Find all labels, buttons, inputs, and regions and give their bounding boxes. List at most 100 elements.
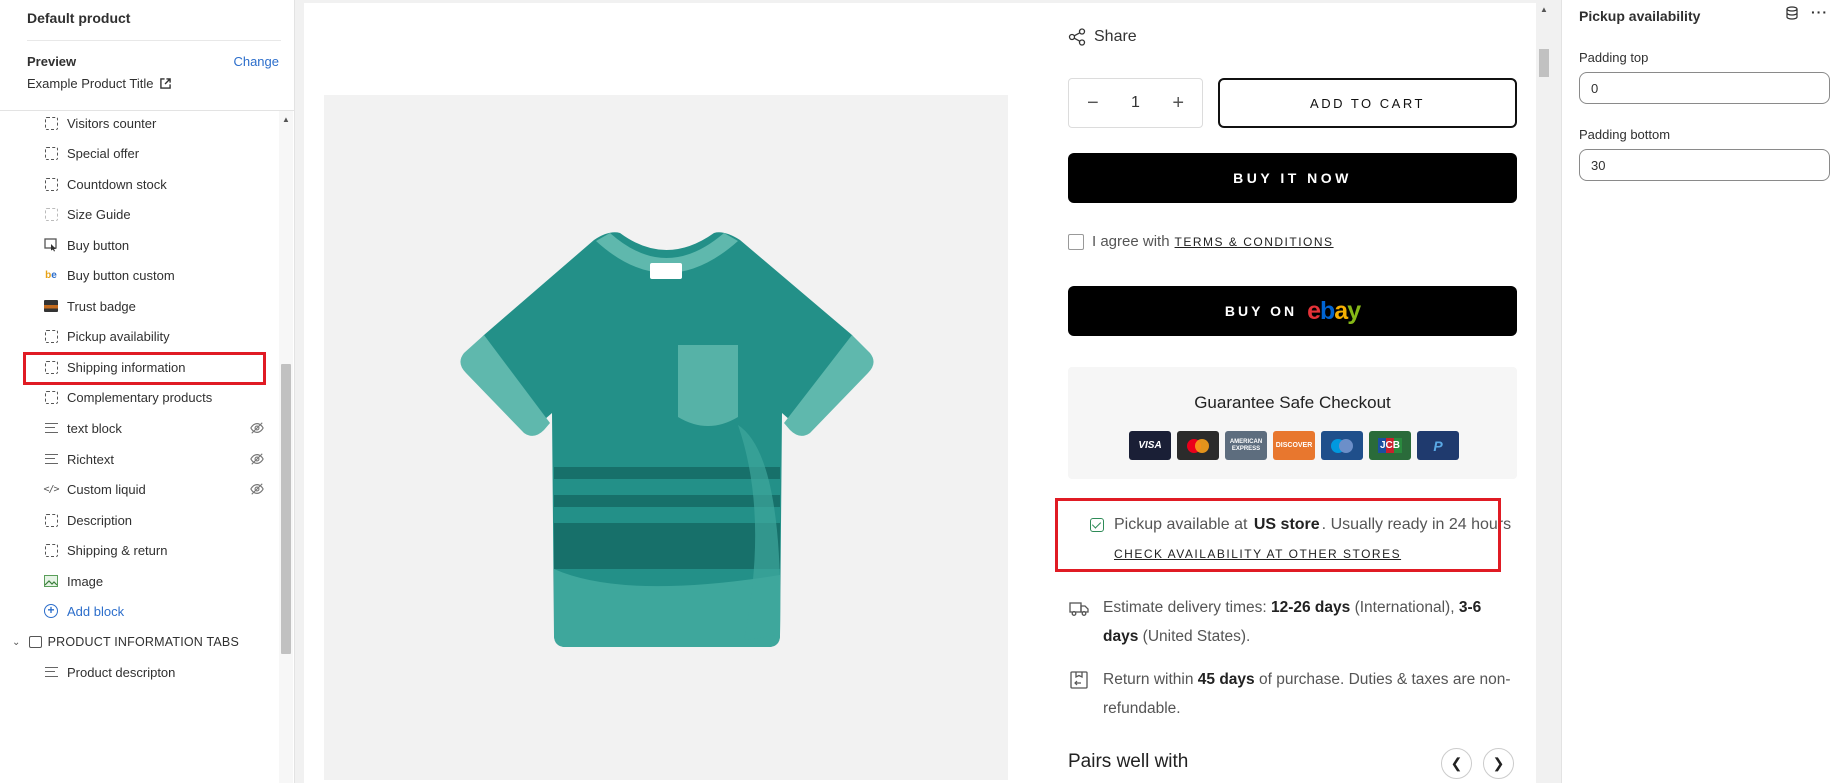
block-label: Countdown stock bbox=[67, 176, 167, 192]
return-policy: Return within 45 days of purchase. Dutie… bbox=[1068, 665, 1517, 723]
eye-off-icon[interactable] bbox=[250, 421, 264, 435]
share-button[interactable]: Share bbox=[1068, 28, 1137, 46]
buy-on-ebay-button[interactable]: BUY ON ebay bbox=[1068, 286, 1517, 336]
return-text: Return within 45 days of purchase. Dutie… bbox=[1103, 665, 1517, 723]
carousel-next-button[interactable]: ❯ bbox=[1483, 748, 1514, 779]
delivery-us-label: (United States). bbox=[1142, 628, 1251, 645]
change-preview-link[interactable]: Change bbox=[233, 54, 279, 69]
plus-circle-icon: + bbox=[44, 604, 58, 618]
share-icon bbox=[1068, 28, 1086, 46]
block-trust-badge[interactable]: Trust badge bbox=[44, 294, 264, 318]
database-icon[interactable] bbox=[1785, 6, 1799, 20]
add-block-button[interactable]: + Add block bbox=[44, 599, 264, 623]
block-label: Product descripton bbox=[67, 664, 176, 680]
block-label: Richtext bbox=[67, 451, 114, 467]
section-product-information-tabs[interactable]: ⌄ PRODUCT INFORMATION TABS bbox=[12, 630, 239, 654]
block-label: Special offer bbox=[67, 145, 140, 161]
block-product-description[interactable]: Product descripton bbox=[44, 660, 264, 684]
block-label: Buy button bbox=[67, 237, 130, 253]
padding-bottom-label: Padding bottom bbox=[1579, 127, 1671, 142]
buy-it-now-button[interactable]: BUY IT NOW bbox=[1068, 153, 1517, 203]
product-image[interactable] bbox=[324, 95, 1008, 780]
block-label: Shipping & return bbox=[67, 542, 168, 558]
quantity-stepper[interactable]: − 1 + bbox=[1068, 78, 1203, 128]
sidebar-header: Default product Preview Change Example P… bbox=[0, 0, 295, 111]
block-shipping-return[interactable]: Shipping & return bbox=[44, 538, 264, 562]
template-title: Default product bbox=[27, 10, 131, 26]
code-icon: </> bbox=[43, 483, 59, 495]
dashed-block-icon bbox=[44, 177, 58, 191]
text-lines-icon bbox=[44, 452, 58, 466]
be-logo-icon: be bbox=[45, 269, 57, 281]
block-label: Trust badge bbox=[67, 298, 136, 314]
delivery-international-days: 12-26 days bbox=[1270, 599, 1351, 616]
chevron-down-icon: ⌄ bbox=[12, 636, 21, 648]
eye-off-icon[interactable] bbox=[250, 452, 264, 466]
theme-editor: Default product Preview Change Example P… bbox=[0, 0, 1842, 783]
block-pickup-availability[interactable]: Pickup availability bbox=[44, 324, 264, 348]
terms-checkbox[interactable] bbox=[1068, 233, 1084, 250]
block-text-block[interactable]: text block bbox=[44, 416, 264, 440]
add-block-label: Add block bbox=[67, 603, 125, 619]
pickup-highlight-box bbox=[1055, 498, 1501, 572]
block-buy-button-custom[interactable]: b e Buy button custom bbox=[44, 263, 264, 287]
minus-icon[interactable]: − bbox=[1087, 92, 1099, 115]
plus-icon[interactable]: + bbox=[1172, 92, 1184, 115]
preview-label: Preview bbox=[27, 54, 77, 69]
settings-actions: ··· bbox=[1785, 5, 1828, 20]
block-special-offer[interactable]: Special offer bbox=[44, 141, 264, 165]
block-label: Description bbox=[67, 512, 133, 528]
jcb-card-icon: JCB bbox=[1369, 431, 1411, 460]
return-days: 45 days bbox=[1197, 671, 1255, 688]
scrollbar-thumb[interactable] bbox=[1539, 49, 1549, 77]
block-visitors-counter[interactable]: Visitors counter bbox=[44, 111, 264, 135]
terms-link[interactable]: TERMS & CONDITIONS bbox=[1175, 235, 1334, 249]
preview-scrollbar[interactable]: ▲ bbox=[1536, 0, 1552, 783]
sidebar-scrollbar[interactable]: ▲ bbox=[279, 111, 293, 783]
block-complementary-products[interactable]: Complementary products bbox=[44, 385, 264, 409]
left-sidebar: Default product Preview Change Example P… bbox=[0, 0, 295, 783]
cursor-button-icon bbox=[44, 238, 58, 252]
dashed-block-icon bbox=[44, 513, 58, 527]
eye-off-icon[interactable] bbox=[250, 482, 264, 496]
guarantee-title: Guarantee Safe Checkout bbox=[1194, 393, 1391, 412]
more-options-icon[interactable]: ··· bbox=[1811, 5, 1828, 20]
padding-bottom-input[interactable] bbox=[1579, 149, 1830, 181]
carousel-prev-button[interactable]: ❮ bbox=[1441, 748, 1472, 779]
payment-cards: VISA AMERICAN EXPRESS DISCOVER JCB P bbox=[1129, 431, 1459, 460]
block-buy-button[interactable]: Buy button bbox=[44, 233, 264, 257]
preview-product-link[interactable]: Example Product Title bbox=[27, 76, 172, 91]
text-lines-icon bbox=[44, 665, 58, 679]
block-label: Image bbox=[67, 573, 104, 589]
add-to-cart-button[interactable]: ADD TO CART bbox=[1218, 78, 1517, 128]
block-label: Pickup availability bbox=[67, 328, 170, 344]
padding-top-input[interactable] bbox=[1579, 72, 1830, 104]
block-richtext[interactable]: Richtext bbox=[44, 447, 264, 471]
paypal-card-icon: P bbox=[1417, 431, 1459, 460]
block-size-guide[interactable]: Size Guide bbox=[44, 202, 264, 226]
dashed-block-icon bbox=[44, 116, 58, 130]
maestro-card-icon bbox=[1321, 431, 1363, 460]
discover-card-icon: DISCOVER bbox=[1273, 431, 1315, 460]
padding-top-label: Padding top bbox=[1579, 50, 1649, 65]
tshirt-illustration bbox=[460, 232, 874, 648]
block-countdown-stock[interactable]: Countdown stock bbox=[44, 172, 264, 196]
scrollbar-thumb[interactable] bbox=[281, 364, 291, 654]
return-box-icon bbox=[1070, 671, 1088, 689]
block-description[interactable]: Description bbox=[44, 508, 264, 532]
settings-panel: Pickup availability ··· Padding top Padd… bbox=[1561, 0, 1842, 783]
settings-title: Pickup availability bbox=[1579, 8, 1701, 24]
quantity-value[interactable]: 1 bbox=[1131, 94, 1140, 112]
block-label: Size Guide bbox=[67, 206, 131, 222]
delivery-prefix: Estimate delivery times: bbox=[1103, 599, 1267, 616]
scroll-up-arrow-icon[interactable]: ▲ bbox=[1540, 5, 1548, 14]
size-guide-icon bbox=[44, 207, 58, 221]
delivery-international-label: (International), bbox=[1354, 599, 1455, 616]
block-label: Complementary products bbox=[67, 389, 213, 405]
delivery-text: Estimate delivery times: 12-26 days (Int… bbox=[1103, 593, 1517, 651]
block-custom-liquid[interactable]: </> Custom liquid bbox=[43, 477, 264, 501]
block-image[interactable]: Image bbox=[44, 569, 264, 593]
scroll-up-arrow-icon[interactable]: ▲ bbox=[282, 115, 290, 124]
visa-card-icon: VISA bbox=[1129, 431, 1171, 460]
selected-block-highlight bbox=[23, 352, 266, 385]
